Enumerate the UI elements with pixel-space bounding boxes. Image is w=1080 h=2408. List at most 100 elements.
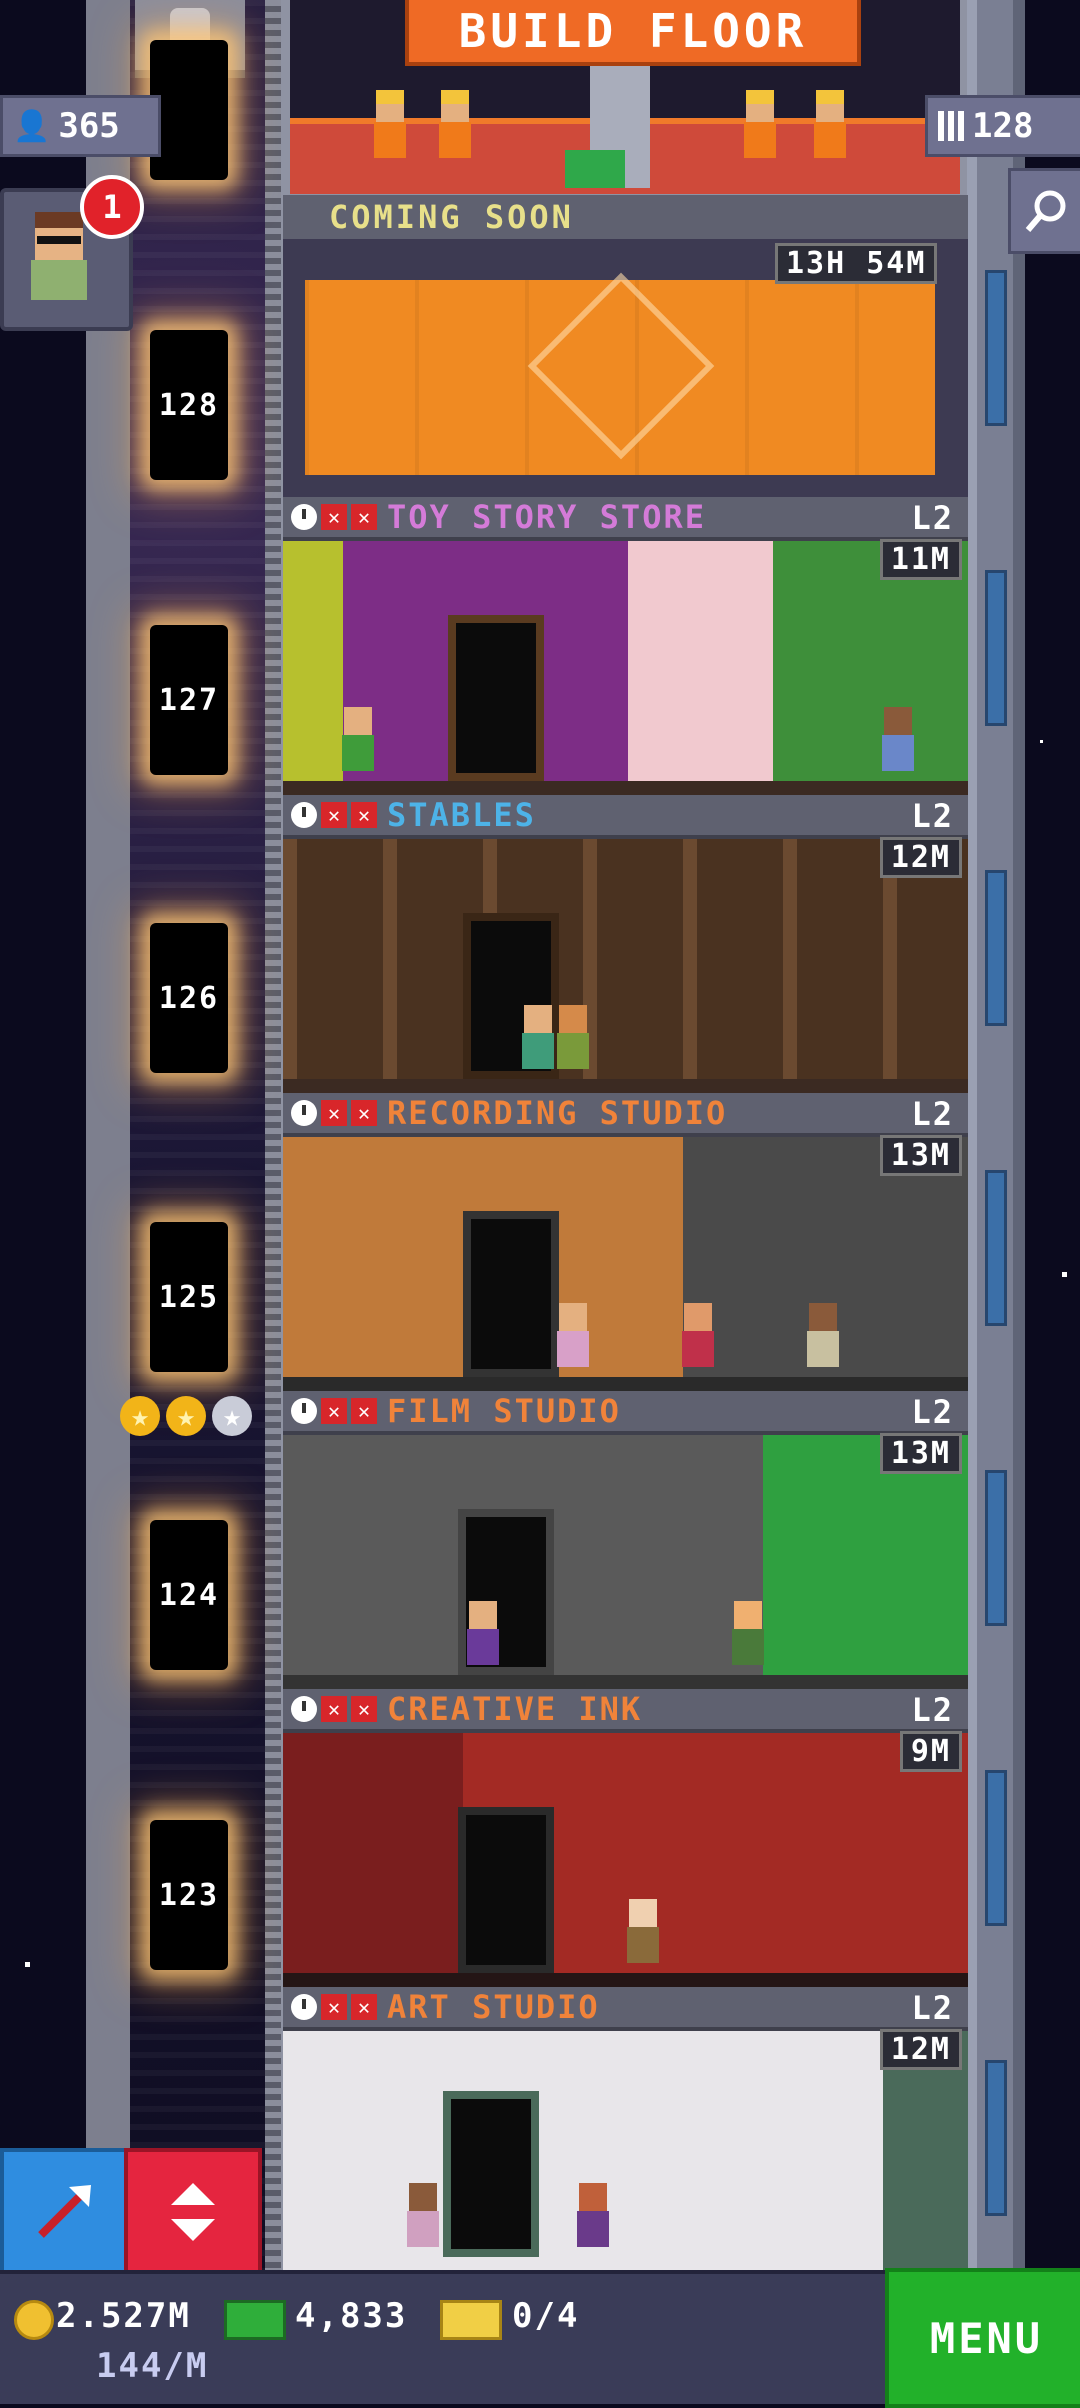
resident bbox=[518, 1005, 558, 1075]
resident bbox=[623, 1899, 663, 1969]
search-button[interactable] bbox=[1008, 168, 1080, 254]
restock-timer: 13M bbox=[879, 1433, 962, 1474]
room-door bbox=[458, 1807, 554, 1973]
out-of-stock-icon: ✕ bbox=[321, 504, 347, 530]
building-icon bbox=[938, 111, 964, 141]
out-of-stock-icon: ✕ bbox=[351, 802, 377, 828]
floor-name: ART STUDIO bbox=[387, 1988, 600, 2026]
coin-amount: 2.527M bbox=[56, 2296, 191, 2336]
menu-button[interactable]: MENU bbox=[885, 2268, 1080, 2408]
restock-timer: 9M bbox=[899, 1731, 962, 1772]
notification-badge: 1 bbox=[80, 175, 144, 239]
tower-window bbox=[985, 1170, 1007, 1326]
elevator-door-125[interactable]: 125 bbox=[150, 1222, 228, 1372]
elevator-rail bbox=[265, 0, 281, 2270]
floor-film-studio[interactable]: ✕ ✕ FILM STUDIO L2 13M bbox=[283, 1391, 968, 1689]
elevator-frame bbox=[86, 0, 136, 2270]
resident bbox=[803, 1303, 843, 1373]
out-of-stock-icon: ✕ bbox=[321, 1398, 347, 1424]
floor-recording-studio[interactable]: ✕ ✕ RECORDING STUDIO L2 13M bbox=[283, 1093, 968, 1391]
clock-icon bbox=[291, 1398, 317, 1424]
elevator-door-126[interactable]: 126 bbox=[150, 923, 228, 1073]
diagonal-arrow-icon bbox=[38, 2185, 91, 2238]
out-of-stock-icon: ✕ bbox=[351, 1994, 377, 2020]
toolbox bbox=[565, 150, 625, 188]
background-star bbox=[1040, 740, 1043, 743]
construction-worker bbox=[810, 90, 850, 160]
resident bbox=[728, 1601, 768, 1671]
floor-level: L2 bbox=[911, 499, 954, 537]
floor-name: TOY STORY STORE bbox=[387, 498, 706, 536]
ticket-icon bbox=[440, 2300, 502, 2340]
clock-icon bbox=[291, 1994, 317, 2020]
tower-window bbox=[985, 570, 1007, 726]
floor-stables[interactable]: ✕ ✕ STABLES L2 12M bbox=[283, 795, 968, 1093]
clock-icon bbox=[291, 1696, 317, 1722]
background-star bbox=[1062, 1272, 1067, 1277]
floor-level: L2 bbox=[911, 1989, 954, 2027]
room-interior bbox=[283, 541, 968, 795]
elevator-door-127[interactable]: 127 bbox=[150, 625, 228, 775]
out-of-stock-icon: ✕ bbox=[321, 802, 347, 828]
tower-window bbox=[985, 270, 1007, 426]
room-door bbox=[463, 1211, 559, 1377]
out-of-stock-icon: ✕ bbox=[321, 1100, 347, 1126]
ticket-count: 0/4 bbox=[512, 2296, 580, 2336]
floor-level: L2 bbox=[911, 1393, 954, 1431]
floor-count: 128 bbox=[972, 106, 1034, 146]
room-interior bbox=[283, 1733, 968, 1987]
resident bbox=[878, 707, 918, 777]
out-of-stock-icon: ✕ bbox=[351, 1100, 377, 1126]
resident bbox=[553, 1303, 593, 1373]
room-interior bbox=[283, 1137, 968, 1391]
clock-icon bbox=[291, 1100, 317, 1126]
elevator-door-124[interactable]: 124 bbox=[150, 1520, 228, 1670]
resident bbox=[573, 2183, 613, 2253]
restock-timer: 11M bbox=[879, 539, 962, 580]
raise-floor-button[interactable] bbox=[0, 2148, 128, 2276]
floor-count-badge[interactable]: 128 bbox=[925, 95, 1080, 157]
room-interior bbox=[283, 839, 968, 1093]
elevator-door-128[interactable]: 128 bbox=[150, 330, 228, 480]
floor-level: L2 bbox=[911, 797, 954, 835]
population-badge[interactable]: 👤 365 bbox=[0, 95, 161, 157]
construction-timer: 13H 54M bbox=[775, 243, 938, 284]
floor-name: CREATIVE INK bbox=[387, 1690, 643, 1728]
floor-toy-story-store[interactable]: ✕ ✕ TOY STORY STORE L2 11M bbox=[283, 497, 968, 795]
out-of-stock-icon: ✕ bbox=[321, 1994, 347, 2020]
resident bbox=[678, 1303, 718, 1373]
room-door bbox=[448, 615, 544, 781]
floor-creative-ink[interactable]: ✕ ✕ CREATIVE INK L2 9M bbox=[283, 1689, 968, 1987]
build-floor-button[interactable]: BUILD FLOOR bbox=[405, 0, 861, 66]
floor-art-studio[interactable]: ✕ ✕ ART STUDIO L2 12M bbox=[283, 1987, 968, 2285]
restock-timer: 12M bbox=[879, 837, 962, 878]
gold-star-icon: ★ bbox=[166, 1396, 206, 1436]
construction-worker bbox=[740, 90, 780, 160]
restock-timer: 12M bbox=[879, 2029, 962, 2070]
population-count: 365 bbox=[58, 106, 120, 146]
out-of-stock-icon: ✕ bbox=[351, 504, 377, 530]
elevator-control-button[interactable] bbox=[124, 2148, 262, 2276]
out-of-stock-icon: ✕ bbox=[321, 1696, 347, 1722]
floor-name: RECORDING STUDIO bbox=[387, 1094, 728, 1132]
construction-worker bbox=[435, 90, 475, 160]
floor-name: FILM STUDIO bbox=[387, 1392, 621, 1430]
elevator-door-123[interactable]: 123 bbox=[150, 1820, 228, 1970]
empty-star-icon: ★ bbox=[212, 1396, 252, 1436]
bux-amount: 4,833 bbox=[295, 2296, 408, 2336]
coming-soon-banner: COMING SOON bbox=[283, 195, 968, 239]
resident bbox=[338, 707, 378, 777]
room-interior bbox=[283, 1435, 968, 1689]
construction-worker bbox=[370, 90, 410, 160]
tower-window bbox=[985, 870, 1007, 1026]
elevator-door-top[interactable] bbox=[150, 40, 228, 180]
resident bbox=[463, 1601, 503, 1671]
floor-level: L2 bbox=[911, 1691, 954, 1729]
out-of-stock-icon: ✕ bbox=[351, 1398, 377, 1424]
person-icon: 👤 bbox=[13, 108, 51, 144]
tower-window bbox=[985, 1770, 1007, 1926]
tower-window bbox=[985, 2060, 1007, 2216]
clock-icon bbox=[291, 802, 317, 828]
gold-star-icon: ★ bbox=[120, 1396, 160, 1436]
background-star bbox=[25, 1962, 30, 1967]
